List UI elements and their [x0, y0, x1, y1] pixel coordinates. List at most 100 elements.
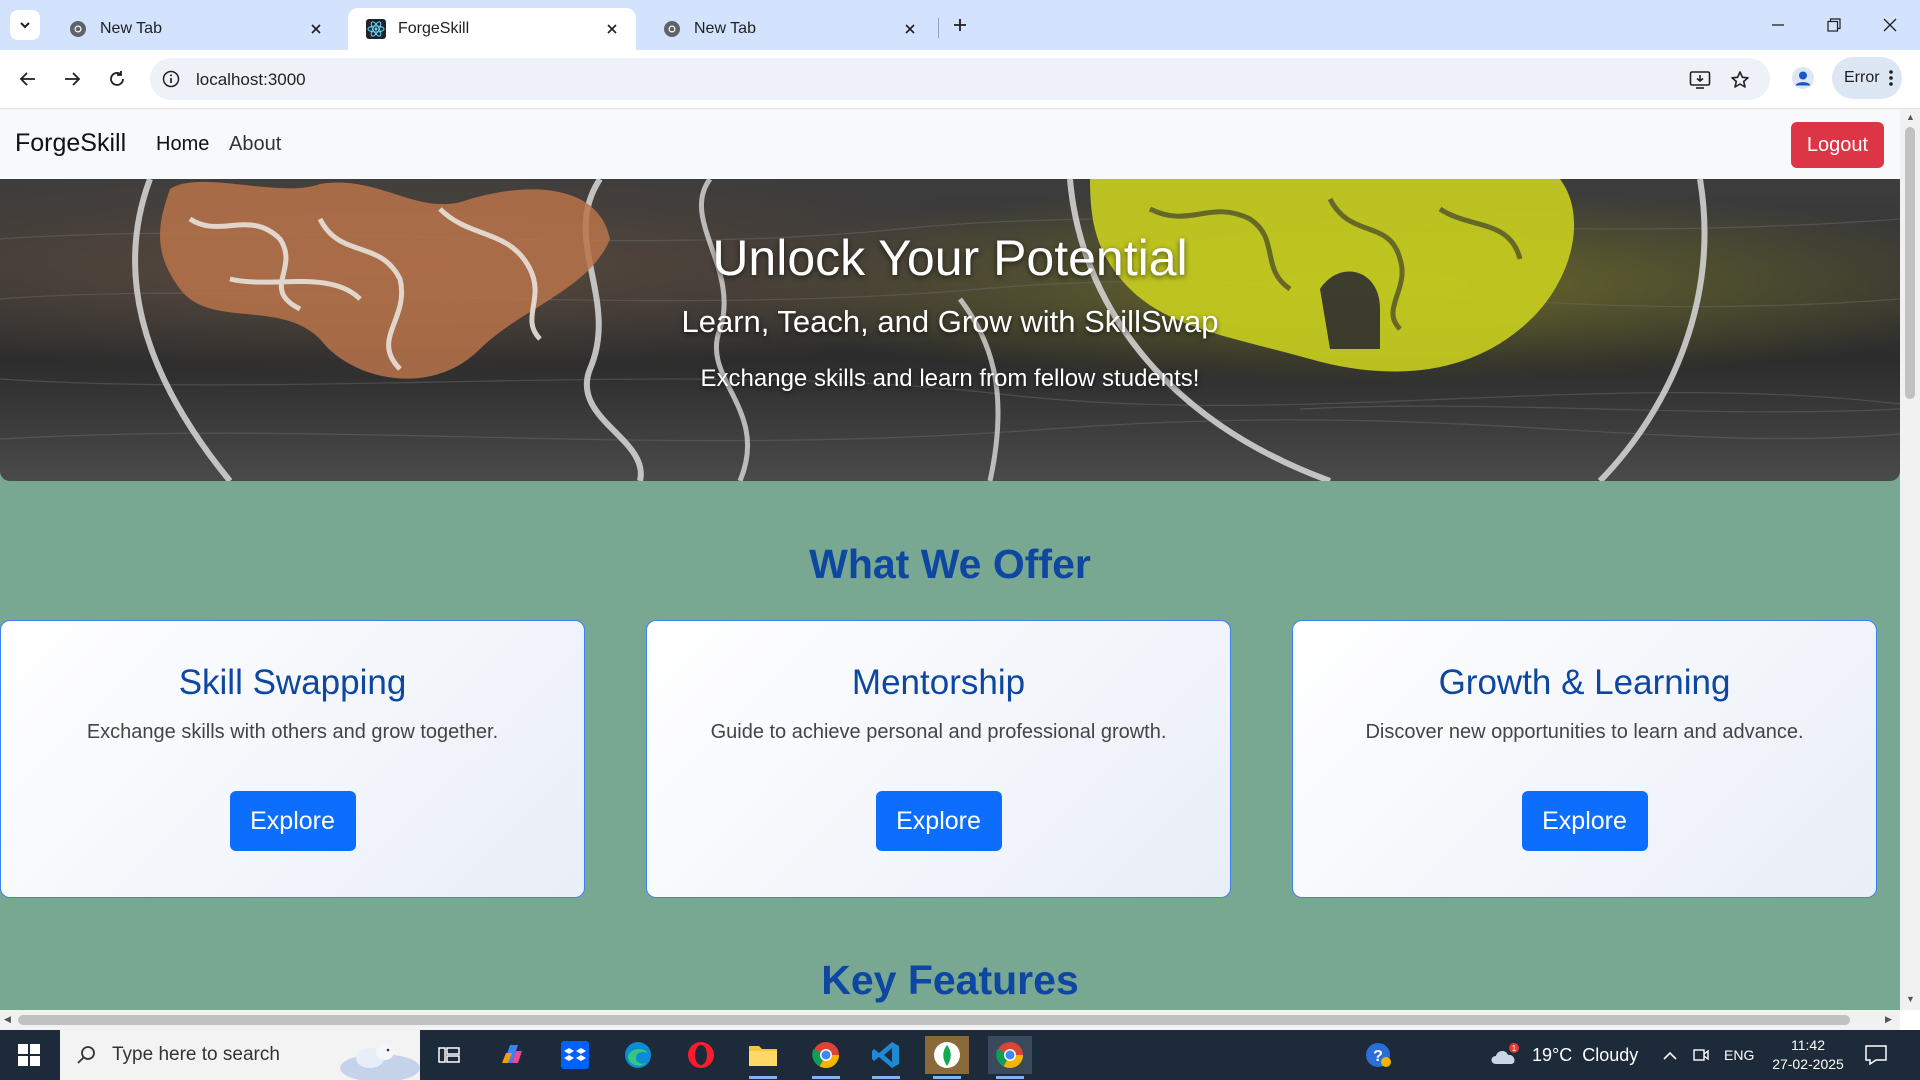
card-title: Mentorship — [851, 663, 1026, 702]
reload-icon — [110, 71, 124, 86]
task-view-icon[interactable] — [427, 1036, 471, 1074]
tab-forgeskill[interactable]: ForgeSkill — [348, 8, 636, 50]
section-heading-what-we-offer: What We Offer — [809, 541, 1091, 587]
opera-icon[interactable] — [679, 1036, 723, 1074]
profile-avatar-icon[interactable] — [1786, 61, 1820, 95]
card-title: Skill Swapping — [178, 663, 407, 702]
card-description: Discover new opportunities to learn and … — [1365, 721, 1804, 743]
install-app-icon[interactable] — [1688, 68, 1712, 92]
tab-search-button[interactable] — [10, 10, 40, 40]
offer-card-growth-learning: Growth & Learning Discover new opportuni… — [1292, 620, 1877, 898]
dropbox-icon[interactable] — [553, 1036, 597, 1074]
explore-button[interactable]: Explore — [875, 791, 1002, 851]
hero-tagline: Exchange skills and learn from fellow st… — [700, 365, 1200, 392]
vscode-icon[interactable] — [864, 1036, 908, 1079]
weather-widget[interactable]: 1 19°C Cloudy — [1488, 1030, 1638, 1080]
search-placeholder: Type here to search — [112, 1044, 280, 1065]
copilot-icon[interactable] — [490, 1036, 534, 1074]
start-button[interactable] — [0, 1030, 58, 1080]
chevron-up-icon — [1663, 1051, 1677, 1060]
chevron-down-icon — [20, 22, 30, 29]
offer-card-skill-swapping: Skill Swapping Exchange skills with othe… — [0, 620, 585, 898]
hero-title: Unlock Your Potential — [712, 230, 1188, 286]
language-indicator[interactable]: ENG — [1724, 1030, 1754, 1080]
page-viewport: ForgeSkill Home About Logout Unlock Your… — [0, 109, 1900, 1010]
close-window-button[interactable] — [1870, 10, 1910, 40]
url-text[interactable]: localhost:3000 — [196, 70, 306, 90]
restore-button[interactable] — [1814, 10, 1854, 40]
minimize-icon — [1772, 24, 1784, 26]
notification-icon — [1865, 1045, 1887, 1066]
tab-separator — [938, 18, 939, 38]
cloudy-weather-icon: 1 — [1491, 1043, 1519, 1064]
mongodb-compass-icon[interactable] — [925, 1036, 969, 1079]
tab-title: New Tab — [100, 20, 162, 37]
minimize-button[interactable] — [1758, 10, 1798, 40]
offer-card-mentorship: Mentorship Guide to achieve personal and… — [646, 620, 1231, 898]
search-highlight-image — [340, 1044, 420, 1080]
site-navbar: ForgeSkill Home About Logout — [0, 109, 1900, 179]
profile-error-chip[interactable]: Error — [1832, 57, 1902, 99]
react-icon — [366, 19, 386, 39]
meet-now-icon[interactable] — [1692, 1030, 1710, 1080]
plus-icon — [954, 19, 966, 31]
new-tab-button[interactable] — [945, 12, 975, 38]
show-hidden-icons-button[interactable] — [1662, 1030, 1678, 1080]
arrow-right-icon — [65, 72, 81, 86]
browser-tab-strip: New Tab ForgeSkill New Tab — [0, 0, 1920, 50]
tab-new-tab-2[interactable]: New Tab — [644, 8, 934, 50]
svg-text:1: 1 — [1512, 1044, 1517, 1053]
taskbar-search-box[interactable]: Type here to search — [60, 1030, 420, 1080]
restore-icon — [1827, 18, 1841, 32]
close-icon[interactable] — [898, 17, 922, 41]
site-info-icon[interactable] — [160, 68, 182, 90]
scroll-right-arrow-icon[interactable]: ▶ — [1885, 1014, 1892, 1025]
scroll-up-arrow-icon[interactable]: ▲ — [1906, 112, 1915, 122]
notifications-button[interactable] — [1864, 1030, 1888, 1080]
horizontal-scroll-thumb[interactable] — [18, 1015, 1850, 1025]
chrome-icon[interactable] — [804, 1036, 848, 1079]
bookmark-star-icon[interactable] — [1728, 68, 1752, 92]
chrome-icon — [68, 19, 88, 39]
hero-subtitle: Learn, Teach, and Grow with SkillSwap — [681, 304, 1219, 339]
card-title: Growth & Learning — [1438, 663, 1731, 702]
back-button[interactable] — [12, 63, 44, 95]
scroll-down-arrow-icon[interactable]: ▼ — [1906, 994, 1915, 1004]
clock-date: 27-02-2025 — [1772, 1056, 1844, 1072]
vertical-scroll-thumb[interactable] — [1905, 127, 1915, 399]
chrome-icon[interactable] — [988, 1036, 1032, 1079]
nav-link-about[interactable]: About — [229, 133, 281, 156]
windows-logo-icon — [18, 1044, 40, 1066]
address-bar[interactable]: localhost:3000 — [150, 58, 1770, 100]
file-explorer-icon[interactable] — [741, 1036, 785, 1079]
site-brand[interactable]: ForgeSkill — [15, 129, 126, 158]
arrow-left-icon — [19, 72, 35, 86]
edge-browser-icon[interactable] — [616, 1036, 660, 1074]
more-options-icon[interactable] — [1888, 69, 1894, 87]
tab-title: ForgeSkill — [398, 20, 470, 37]
scroll-left-arrow-icon[interactable]: ◀ — [4, 1014, 11, 1025]
hero-banner: Unlock Your Potential Learn, Teach, and … — [0, 179, 1900, 481]
search-icon — [77, 1046, 95, 1064]
nav-link-home[interactable]: Home — [156, 133, 209, 156]
reload-button[interactable] — [101, 63, 133, 95]
close-icon — [1883, 18, 1897, 32]
close-icon[interactable] — [600, 17, 624, 41]
explore-button[interactable]: Explore — [229, 791, 356, 851]
error-label: Error — [1844, 69, 1880, 86]
tab-new-tab-1[interactable]: New Tab — [50, 8, 340, 50]
clock[interactable]: 11:42 27-02-2025 — [1768, 1030, 1848, 1080]
help-icon[interactable]: ? — [1356, 1036, 1400, 1074]
close-icon[interactable] — [304, 17, 328, 41]
browser-toolbar: localhost:3000 Error — [0, 50, 1920, 109]
windows-taskbar: Type here to search ? 1 19°C Cloudy ENG … — [0, 1030, 1920, 1080]
section-heading-key-features: Key Features — [821, 957, 1079, 1003]
card-description: Guide to achieve personal and profession… — [710, 721, 1167, 743]
tab-title: New Tab — [694, 20, 756, 37]
horizontal-scrollbar[interactable]: ◀ ▶ — [0, 1010, 1900, 1030]
logout-button[interactable]: Logout — [1791, 122, 1884, 168]
explore-button[interactable]: Explore — [1521, 791, 1648, 851]
forward-button[interactable] — [56, 63, 88, 95]
card-description: Exchange skills with others and grow tog… — [86, 721, 499, 743]
vertical-scrollbar[interactable]: ▲ ▼ — [1900, 109, 1920, 1010]
